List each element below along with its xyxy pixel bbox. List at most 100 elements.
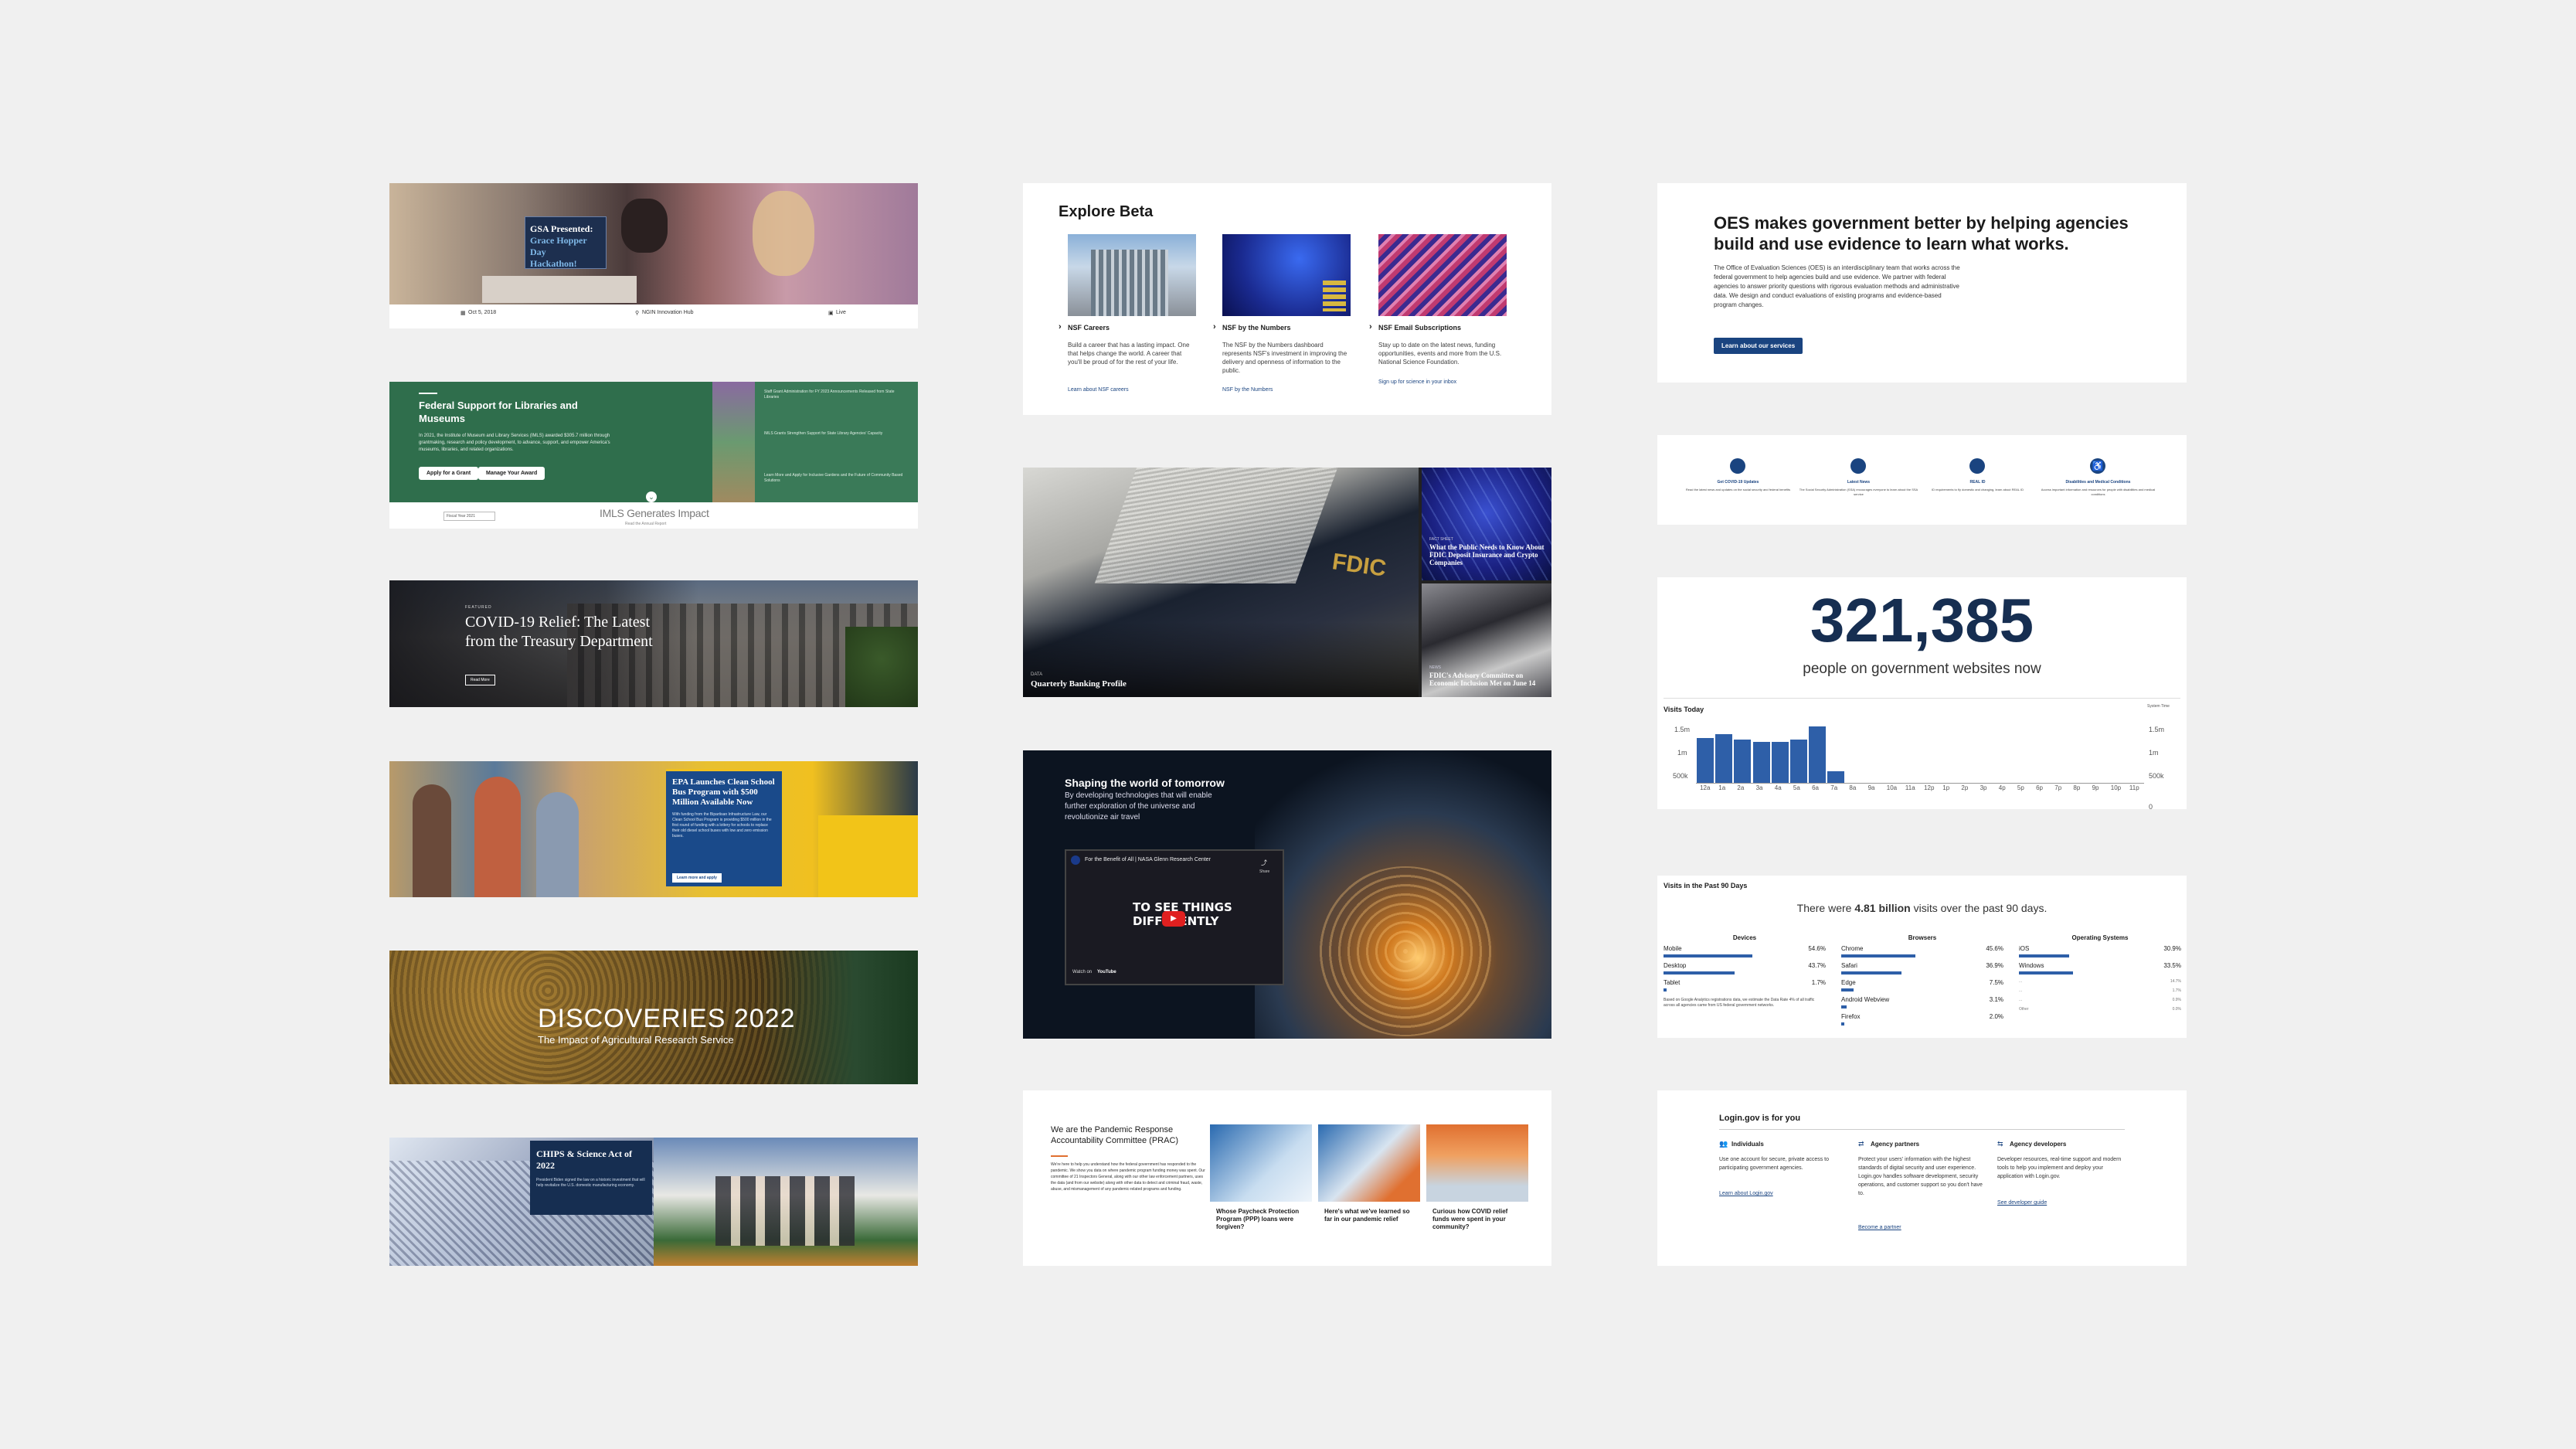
ssa-card: Get COVID-19 Updates Read the latest new… xyxy=(1657,435,2187,525)
x-tick-label: 3a xyxy=(1755,784,1763,791)
x-tick-label: 1a xyxy=(1718,784,1726,791)
logingov-item-body: Developer resources, real-time support a… xyxy=(1997,1157,2122,1179)
logingov-item-link[interactable]: Become a partner xyxy=(1858,1225,1901,1230)
gsa-hero-photo xyxy=(389,183,918,304)
prac-card-title[interactable]: Curious how COVID relief funds were spen… xyxy=(1432,1208,1525,1231)
individuals-icon: 👥 xyxy=(1719,1140,1728,1148)
apply-grant-button[interactable]: Apply for a Grant xyxy=(419,467,479,480)
epa-apply-button[interactable]: Learn more and apply xyxy=(672,873,722,883)
logingov-item-link[interactable]: Learn about Login.gov xyxy=(1719,1191,1773,1196)
logingov-item-body: Protect your users' information with the… xyxy=(1858,1157,1983,1196)
chart-bar xyxy=(1752,742,1770,783)
gsa-title-box[interactable]: GSA Presented: Grace Hopper Day Hackatho… xyxy=(525,216,607,269)
fdic-tile1-caption[interactable]: What the Public Needs to Know About FDIC… xyxy=(1429,543,1545,566)
prac-title: We are the Pandemic Response Accountabil… xyxy=(1051,1125,1179,1145)
oes-card: OES makes government better by helping a… xyxy=(1657,183,2187,383)
ssa-item-body: Access important information and resourc… xyxy=(2041,488,2156,496)
prac-card-title[interactable]: Here's what we've learned so far in our … xyxy=(1324,1208,1417,1223)
covid-icon[interactable] xyxy=(1730,458,1745,474)
chart-bars xyxy=(1696,716,2144,783)
imls-side-item[interactable]: IMLS Grants Strengthen Support for State… xyxy=(764,431,903,437)
treasury-read-more-button[interactable]: Read More xyxy=(465,675,495,685)
x-tick-label: 10p xyxy=(2110,784,2122,791)
nsf-item-heading[interactable]: NSF Careers xyxy=(1068,324,1110,332)
nsf-item-heading[interactable]: NSF by the Numbers xyxy=(1222,324,1291,332)
imls-card: Federal Support for Libraries and Museum… xyxy=(389,382,918,529)
nsf-item-heading[interactable]: NSF Email Subscriptions xyxy=(1378,324,1461,332)
prac-card2-photo[interactable] xyxy=(1318,1124,1420,1202)
chevron-right-icon: › xyxy=(1369,322,1372,332)
ssa-item-heading[interactable]: Get COVID-19 Updates xyxy=(1674,480,1802,485)
id-card-icon[interactable] xyxy=(1969,458,1985,474)
list-item: Other 0.0% xyxy=(2019,1007,2181,1016)
x-tick-label: 6p xyxy=(2036,784,2043,791)
visits90-card: Visits in the Past 90 Days There were 4.… xyxy=(1657,876,2187,1038)
nasa-video-brand[interactable]: YouTube xyxy=(1097,970,1116,975)
ssa-item-heading[interactable]: Latest News xyxy=(1795,480,1922,485)
nsf-item-body: The NSF by the Numbers dashboard represe… xyxy=(1222,342,1347,374)
ars-subtitle: The Impact of Agricultural Research Serv… xyxy=(538,1034,734,1046)
device-name: Desktop xyxy=(1664,962,1687,969)
play-button-icon[interactable]: ▶ xyxy=(1162,911,1185,927)
imls-side-item[interactable]: Learn More and Apply for Inclusive Garde… xyxy=(764,473,903,484)
list-item: Android Webview 3.1% xyxy=(1841,996,2003,1013)
x-tick-label: 4p xyxy=(1998,784,2006,791)
imls-side-panel: Staff Grant Administration for FY 2023 A… xyxy=(755,382,918,502)
imls-side-item[interactable]: Staff Grant Administration for FY 2023 A… xyxy=(764,389,903,400)
nsf-item-link[interactable]: Sign up for science in your inbox xyxy=(1378,379,1456,385)
treasury-title: COVID-19 Relief: The Latest from the Tre… xyxy=(465,614,653,650)
manage-award-button[interactable]: Manage Your Award xyxy=(478,467,545,480)
nsf-item-link[interactable]: NSF by the Numbers xyxy=(1222,387,1273,393)
logingov-item-link[interactable]: See developer guide xyxy=(1997,1200,2047,1206)
browser-name: Safari xyxy=(1841,962,1857,969)
prac-card1-photo[interactable] xyxy=(1210,1124,1312,1202)
nasa-video-player[interactable]: For the Benefit of All | NASA Glenn Rese… xyxy=(1065,849,1284,985)
browsers-list: Chrome 45.6% Safari 36.9% Edge 7.5% Android… xyxy=(1841,945,2003,1030)
chevron-down-icon[interactable]: ⌄ xyxy=(646,492,657,502)
nsf-careers-photo xyxy=(1068,234,1196,316)
treasury-kicker: FEATURED xyxy=(465,605,492,610)
ars-card: DISCOVERIES 2022 The Impact of Agricultu… xyxy=(389,951,918,1084)
analytics-divider xyxy=(1664,698,2180,699)
news-icon[interactable] xyxy=(1850,458,1866,474)
share-icon[interactable]: ⤴ xyxy=(1261,859,1267,867)
fdic-card: FDIC DATA Quarterly Banking Profile FACT… xyxy=(1023,468,1551,697)
list-item: Mobile 54.6% xyxy=(1664,945,1826,962)
x-tick-label: 11a xyxy=(1905,784,1915,791)
ssa-item-heading[interactable]: REAL ID xyxy=(1914,480,2041,485)
device-name: Mobile xyxy=(1664,945,1682,952)
ssa-item-body: Read the latest news and updates on the … xyxy=(1685,488,1791,492)
chart-xticks: 12a 1a 2a 3a 4a 5a 6a 7a 8a 9a 10a 11a 12p 1p 2p 3p 4p 5p… xyxy=(1696,784,2144,794)
y-tick-right: 1m xyxy=(2149,749,2159,757)
fdic-main-kicker: DATA xyxy=(1031,672,1043,677)
oes-title: OES makes government better by helping a… xyxy=(1714,213,2129,253)
chart-bar xyxy=(1809,726,1827,783)
nasa-engine-photo xyxy=(1255,750,1551,1039)
oes-services-button[interactable]: Learn about our services xyxy=(1714,338,1803,354)
epa-students-photo xyxy=(389,761,918,897)
treasury-card: FEATURED COVID-19 Relief: The Latest fro… xyxy=(389,580,918,707)
accessibility-icon[interactable]: ♿ xyxy=(2090,458,2105,474)
fdic-tile2-caption[interactable]: FDIC's Advisory Committee on Economic In… xyxy=(1429,672,1545,687)
gsa-card: GSA Presented: Grace Hopper Day Hackatho… xyxy=(389,183,918,328)
ssa-item-heading[interactable]: Disabilities and Medical Conditions xyxy=(2034,480,2162,485)
imls-footer-title: IMLS Generates Impact xyxy=(600,507,709,519)
fdic-main-photo[interactable]: FDIC xyxy=(1023,468,1419,697)
fiscal-year-select[interactable]: Fiscal Year 2021 xyxy=(443,512,495,521)
visits-today-chart xyxy=(1696,716,2144,784)
prac-card3-photo[interactable] xyxy=(1426,1124,1528,1202)
analytics-caption: people on government websites now xyxy=(1803,661,2041,677)
y-tick-left: 500k xyxy=(1673,772,1688,780)
imls-footer-sub[interactable]: Read the Annual Report xyxy=(625,522,666,526)
x-tick-label: 6a xyxy=(1812,784,1819,791)
logingov-item-body: Use one account for secure, private acce… xyxy=(1719,1157,1830,1171)
nasa-video-share[interactable]: Share xyxy=(1259,869,1269,874)
browser-pct: 45.6% xyxy=(1986,945,2003,952)
epa-callout: EPA Launches Clean School Bus Program wi… xyxy=(666,769,782,886)
ssa-item-body: ID requirements to fly domestic and chan… xyxy=(1931,488,2024,492)
x-tick-label: 9p xyxy=(2092,784,2099,791)
chips-title: CHIPS & Science Act of 2022 xyxy=(536,1148,632,1171)
prac-card-title[interactable]: Whose Paycheck Protection Program (PPP) … xyxy=(1216,1208,1309,1231)
fdic-main-caption[interactable]: Quarterly Banking Profile xyxy=(1031,679,1127,689)
nsf-item-link[interactable]: Learn about NSF careers xyxy=(1068,387,1129,393)
